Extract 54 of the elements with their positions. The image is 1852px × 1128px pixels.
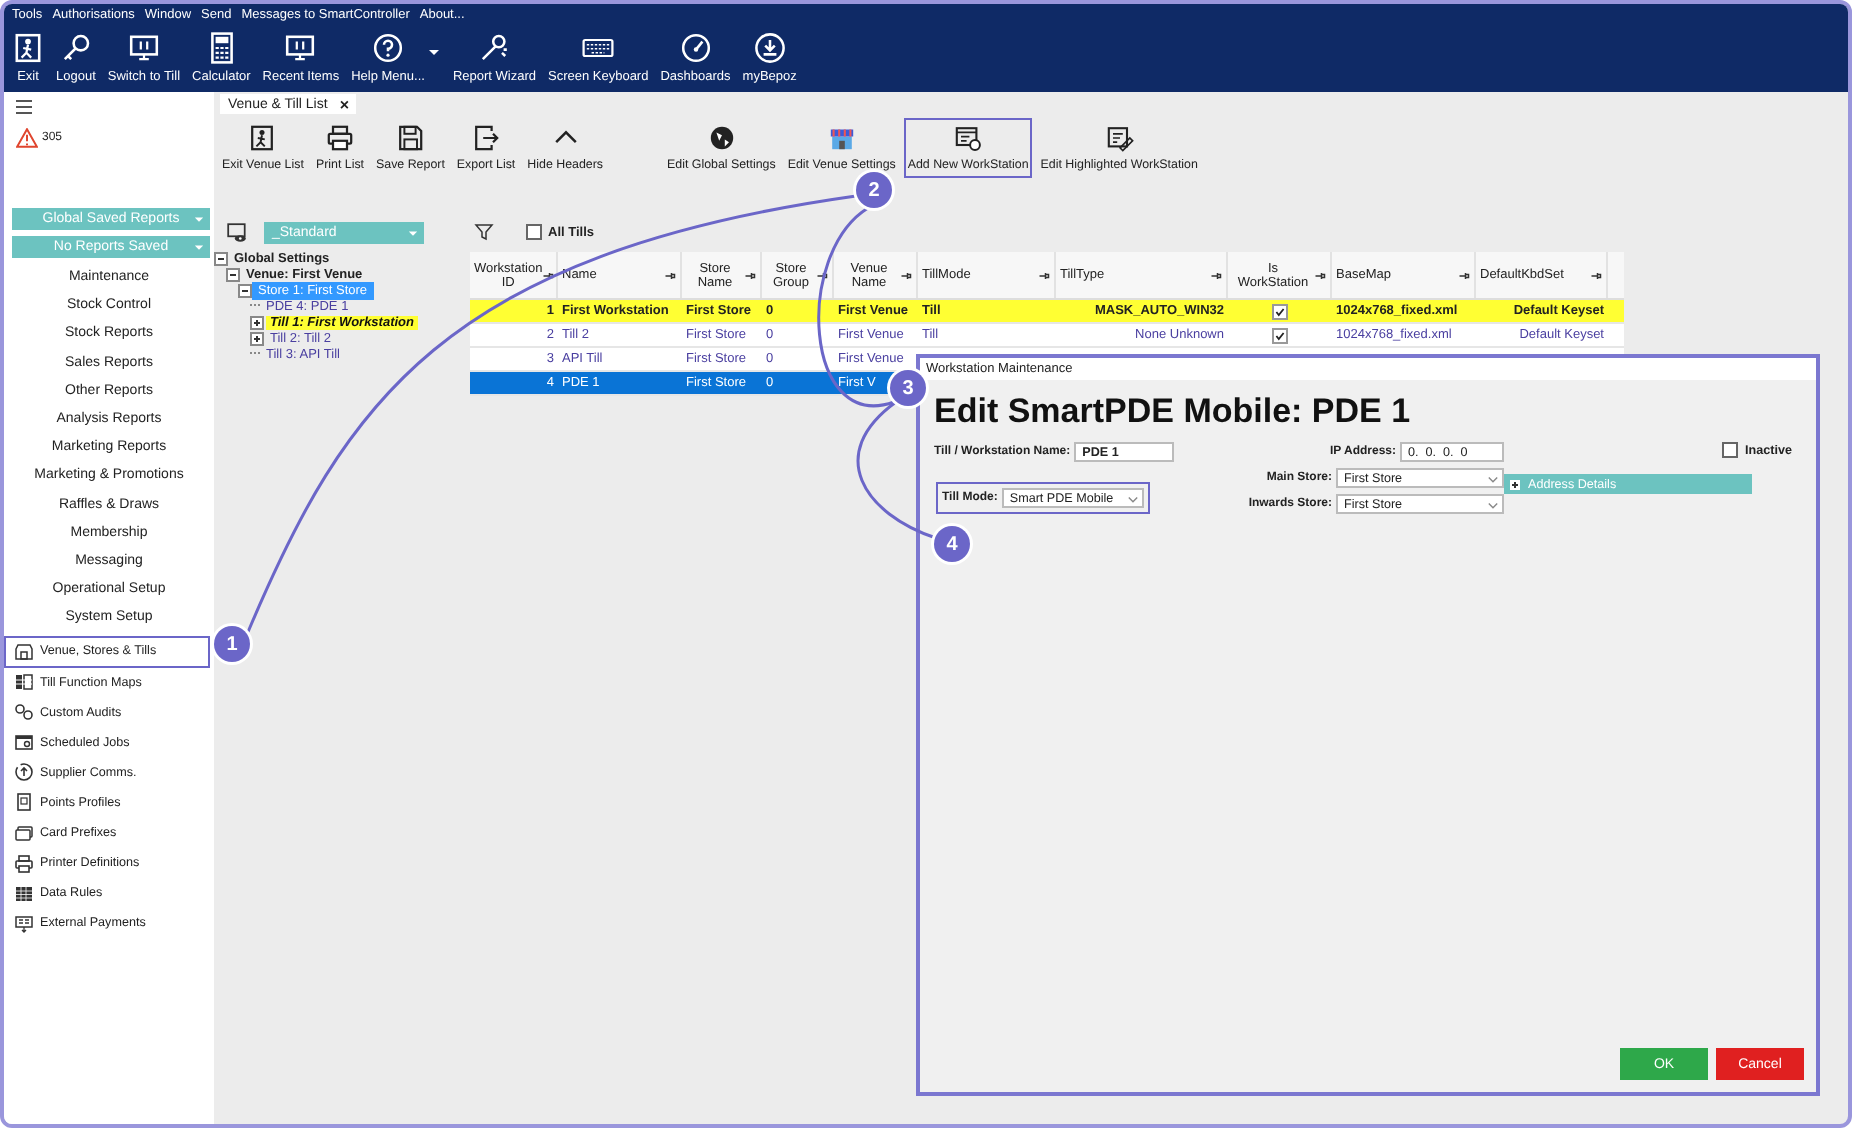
- pin-icon[interactable]: [1458, 269, 1470, 281]
- exit-icon: [12, 32, 44, 64]
- desktop-eye-icon[interactable]: [226, 221, 248, 243]
- pin-icon[interactable]: [1210, 269, 1222, 281]
- card-icon: [14, 823, 34, 844]
- expand-icon[interactable]: [250, 331, 264, 345]
- expand-icon: [1510, 479, 1520, 489]
- pin-icon[interactable]: [900, 269, 912, 281]
- gauge-icon: [679, 32, 712, 64]
- printer-icon: [14, 853, 34, 874]
- callout-badge: 2: [856, 172, 892, 208]
- grid-icon: [14, 672, 34, 693]
- key-icon: [59, 32, 92, 64]
- pin-icon[interactable]: [1038, 269, 1050, 281]
- store-icon: [14, 641, 34, 662]
- callout-badge: 3: [890, 370, 926, 406]
- link-icon: [14, 702, 34, 723]
- document-icon: [14, 792, 34, 813]
- pin-icon[interactable]: [664, 269, 676, 281]
- upload-icon: [14, 762, 34, 783]
- close-icon[interactable]: ×: [339, 95, 349, 113]
- callout-badge: 4: [934, 526, 970, 562]
- export-icon: [472, 124, 501, 152]
- calendar-icon: [14, 732, 34, 753]
- collapse-icon[interactable]: [238, 283, 252, 297]
- menu-icon[interactable]: [16, 100, 32, 114]
- help-icon: [372, 32, 404, 64]
- payment-icon: [14, 913, 34, 934]
- pin-icon[interactable]: [542, 269, 555, 281]
- pin-icon[interactable]: [1314, 269, 1326, 281]
- edit-list-icon: [1105, 124, 1134, 152]
- table-icon: [14, 883, 34, 904]
- exit-icon: [248, 124, 277, 152]
- globe-icon: [707, 124, 736, 152]
- shop-icon: [827, 124, 856, 152]
- warning-icon: [16, 128, 38, 148]
- monitor-icon: [127, 32, 160, 64]
- pin-icon[interactable]: [816, 269, 828, 281]
- badge-icon: [753, 32, 786, 64]
- monitor-icon: [284, 32, 317, 64]
- checkbox[interactable]: [526, 224, 542, 240]
- caret-icon: [1126, 492, 1140, 506]
- expand-icon[interactable]: [250, 315, 264, 329]
- printer-icon: [325, 124, 354, 152]
- pin-icon[interactable]: [744, 269, 756, 281]
- callout-badge: 1: [214, 626, 250, 662]
- calculator-icon: [205, 32, 238, 64]
- collapse-icon[interactable]: [226, 267, 240, 281]
- workstation-add-icon: [954, 124, 983, 152]
- dialog-heading: Edit SmartPDE Mobile: PDE 1: [934, 392, 1413, 432]
- pin-icon[interactable]: [1590, 269, 1602, 281]
- collapse-icon[interactable]: [214, 251, 228, 265]
- save-icon: [396, 124, 425, 152]
- filter-icon[interactable]: [474, 222, 494, 242]
